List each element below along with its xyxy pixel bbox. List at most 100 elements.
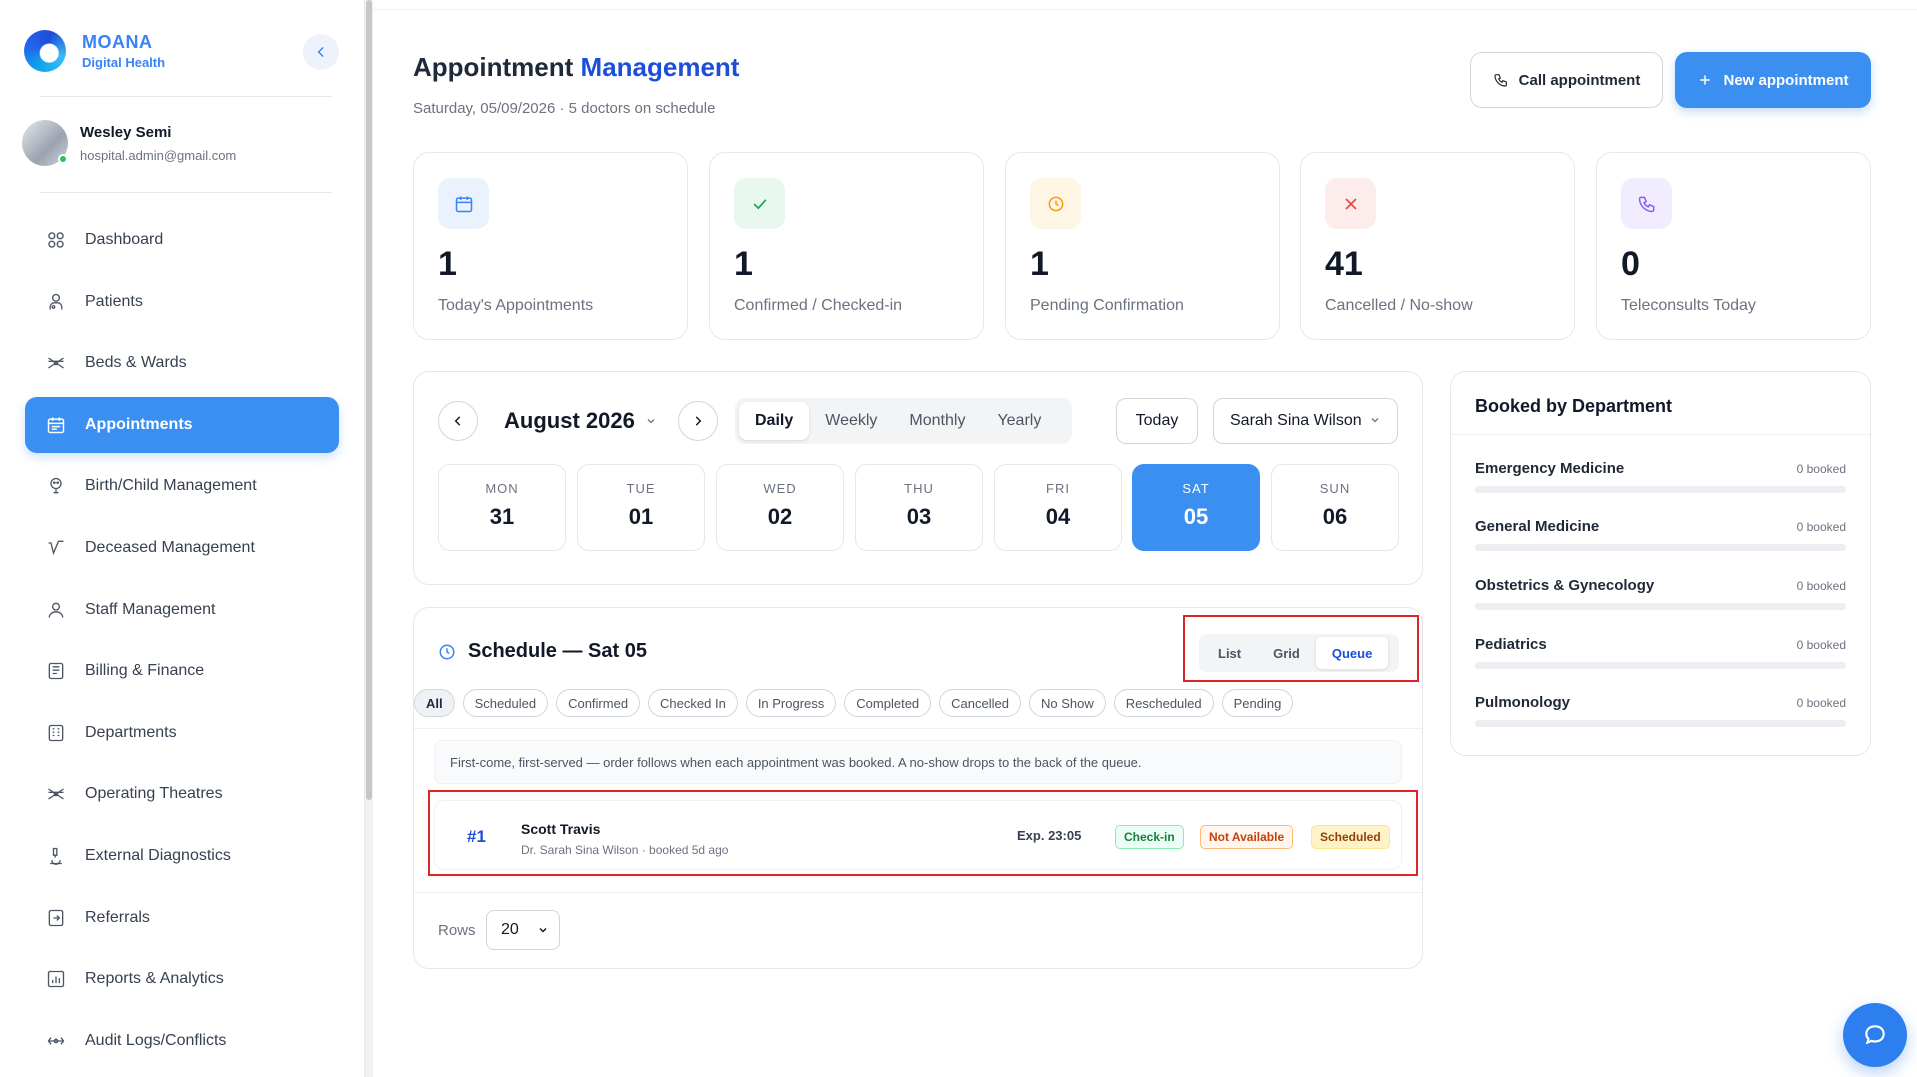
stat-label: Confirmed / Checked-in [734, 297, 903, 314]
department-panel: Booked by Department Emergency Medicine … [1450, 371, 1871, 756]
filter-completed[interactable]: Completed [844, 689, 932, 717]
clock-icon [1030, 178, 1081, 229]
day-tue-01[interactable]: TUE 01 [577, 464, 705, 551]
schedule-title: Schedule — Sat 05 [438, 640, 647, 663]
sidebar-item-appointments[interactable]: Appointments [25, 396, 339, 453]
phone-icon [1621, 178, 1672, 229]
sidebar-item-external-diagnostics[interactable]: External Diagnostics [25, 828, 339, 884]
department-item: Emergency Medicine 0 booked [1475, 460, 1846, 500]
chevron-down-icon [537, 924, 549, 936]
sidebar-item-deceased[interactable]: Deceased Management [25, 520, 339, 576]
stat-value: 1 [438, 245, 457, 283]
filter-confirmed[interactable]: Confirmed [556, 689, 641, 717]
tab-daily[interactable]: Daily [739, 402, 810, 440]
today-button[interactable]: Today [1116, 398, 1198, 444]
filter-all[interactable]: All [414, 689, 455, 717]
sidebar-scrollbar-thumb[interactable] [366, 0, 372, 800]
sidebar-item-audit-logs[interactable]: Audit Logs/Conflicts [25, 1013, 339, 1069]
sidebar-item-birth-child[interactable]: Birth/Child Management [25, 458, 339, 514]
sidebar-divider [40, 192, 332, 193]
sidebar-item-dashboard[interactable]: Dashboard [25, 212, 339, 268]
receipt-icon [45, 660, 67, 682]
brand-subtitle: Digital Health [82, 55, 166, 70]
new-appointment-button[interactable]: New appointment [1675, 52, 1871, 108]
sidebar-item-label: Beds & Wards [85, 354, 187, 372]
view-switcher: Daily Weekly Monthly Yearly [735, 398, 1072, 444]
layout-list[interactable]: List [1202, 637, 1257, 669]
schedule-panel: Schedule — Sat 05 List Grid Queue All Sc… [413, 607, 1423, 969]
chevron-right-icon [695, 416, 702, 426]
user-profile[interactable]: Wesley Semi hospital.admin@gmail.com [22, 120, 236, 166]
prev-month-button[interactable] [438, 401, 478, 441]
tab-weekly[interactable]: Weekly [809, 402, 893, 440]
sidebar-item-billing[interactable]: Billing & Finance [25, 643, 339, 699]
department-item: Pulmonology 0 booked [1475, 694, 1846, 734]
calendar-icon [438, 178, 489, 229]
sidebar-item-label: Staff Management [85, 600, 216, 618]
tab-yearly[interactable]: Yearly [981, 402, 1057, 440]
queue-item[interactable]: #1 Scott Travis Dr. Sarah Sina Wilson · … [434, 800, 1402, 870]
day-mon-31[interactable]: MON 31 [438, 464, 566, 551]
user-email: hospital.admin@gmail.com [80, 147, 237, 163]
stat-value: 1 [734, 245, 753, 283]
calendar-icon [45, 414, 67, 436]
month-picker[interactable]: August 2026 [504, 408, 657, 434]
filter-pending[interactable]: Pending [1221, 689, 1294, 717]
department-progress-bar [1475, 603, 1846, 610]
chevron-down-icon [645, 415, 657, 427]
filter-cancelled[interactable]: Cancelled [939, 689, 1021, 717]
day-sat-05[interactable]: SAT 05 [1132, 464, 1260, 551]
next-month-button[interactable] [678, 401, 718, 441]
sidebar-item-referrals[interactable]: Referrals [25, 890, 339, 946]
stat-value: 1 [1030, 245, 1049, 283]
sidebar-item-label: Patients [85, 292, 143, 310]
day-fri-04[interactable]: FRI 04 [994, 464, 1122, 551]
collapse-sidebar-button[interactable] [303, 34, 339, 70]
filter-no-show[interactable]: No Show [1029, 689, 1106, 717]
stat-card-today: 1 Today's Appointments [413, 152, 688, 340]
day-thu-03[interactable]: THU 03 [855, 464, 983, 551]
baby-icon [45, 475, 67, 497]
day-sun-06[interactable]: SUN 06 [1271, 464, 1399, 551]
divider [414, 728, 1422, 729]
sidebar-nav: Dashboard Patients Beds & Wards Appointm… [25, 212, 339, 1074]
divider [1451, 434, 1870, 435]
sidebar-item-patients[interactable]: Patients [25, 274, 339, 330]
department-item: Pediatrics 0 booked [1475, 636, 1846, 676]
stat-label: Today's Appointments [438, 297, 594, 314]
filter-rescheduled[interactable]: Rescheduled [1113, 689, 1214, 717]
layout-grid[interactable]: Grid [1257, 637, 1316, 669]
chevron-left-icon [317, 47, 324, 57]
top-bar [373, 0, 1917, 10]
department-progress-bar [1475, 662, 1846, 669]
stat-label: Pending Confirmation [1030, 297, 1184, 314]
sidebar-item-label: Dashboard [85, 231, 164, 248]
layout-queue[interactable]: Queue [1315, 637, 1389, 669]
call-appointment-button[interactable]: Call appointment [1470, 52, 1663, 108]
stat-label: Cancelled / No-show [1325, 297, 1473, 314]
chat-icon [1865, 1025, 1885, 1045]
doctor-select[interactable]: Sarah Sina Wilson [1213, 398, 1398, 444]
tab-monthly[interactable]: Monthly [893, 402, 981, 440]
sidebar-item-label: Referrals [85, 908, 150, 926]
sidebar-item-departments[interactable]: Departments [25, 705, 339, 761]
sidebar-item-beds-wards[interactable]: Beds & Wards [25, 335, 339, 391]
stat-value: 41 [1325, 245, 1363, 283]
department-title: Booked by Department [1475, 396, 1673, 416]
chat-button[interactable] [1843, 1003, 1907, 1067]
sidebar-item-operating-theatres[interactable]: Operating Theatres [25, 766, 339, 822]
sidebar-scrollbar[interactable] [365, 0, 373, 1077]
sidebar-item-staff[interactable]: Staff Management [25, 582, 339, 638]
day-wed-02[interactable]: WED 02 [716, 464, 844, 551]
filter-checked-in[interactable]: Checked In [648, 689, 738, 717]
deceased-icon [45, 537, 67, 559]
check-in-button[interactable]: Check-in [1115, 825, 1184, 849]
sidebar-item-reports[interactable]: Reports & Analytics [25, 951, 339, 1007]
filter-scheduled[interactable]: Scheduled [462, 689, 549, 717]
rows-per-page-select[interactable]: 20 [486, 910, 560, 950]
sidebar-item-label: External Diagnostics [85, 846, 231, 864]
patient-name: Scott Travis [521, 821, 601, 837]
grid-icon [45, 229, 67, 251]
filter-in-progress[interactable]: In Progress [745, 689, 837, 717]
brand[interactable]: MOANA Digital Health [24, 30, 165, 72]
